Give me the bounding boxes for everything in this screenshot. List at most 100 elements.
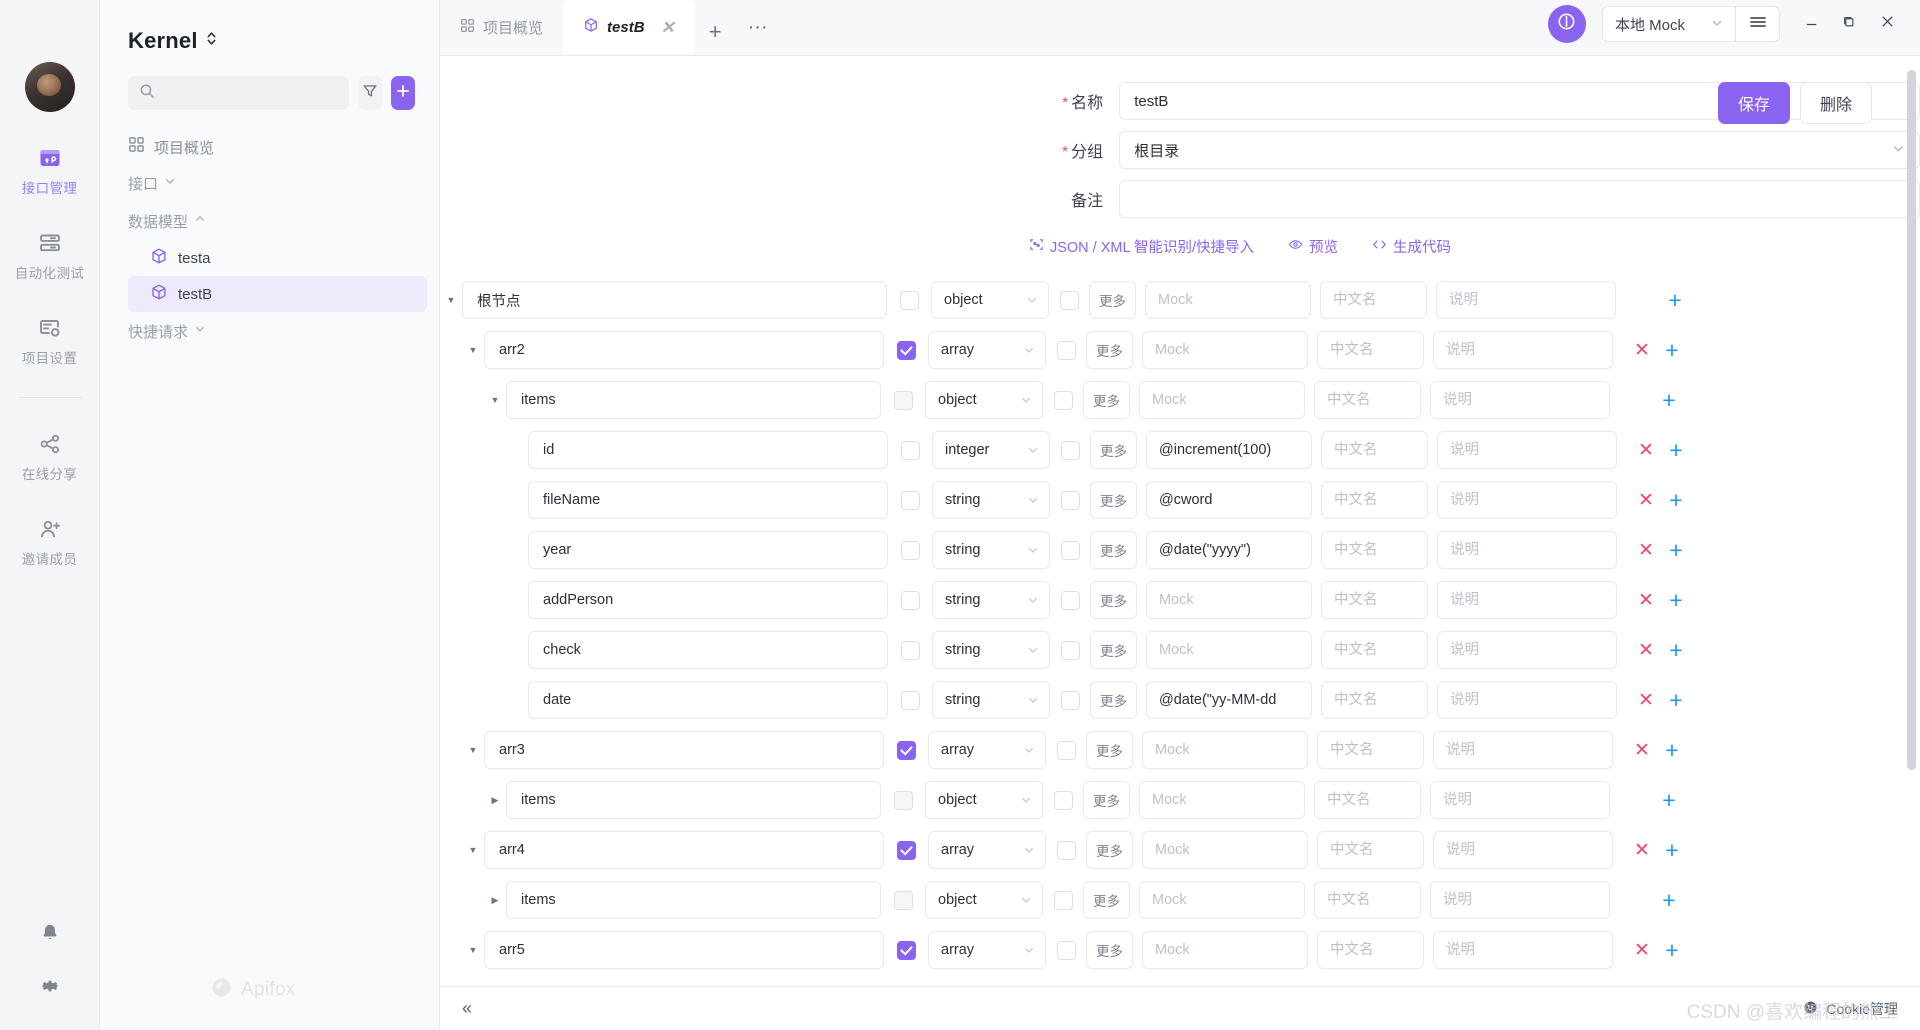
mock-input[interactable] xyxy=(1139,881,1305,919)
nullable-checkbox[interactable] xyxy=(1060,640,1080,660)
cookie-manage-button[interactable]: Cookie管理 xyxy=(1803,999,1898,1019)
description-input[interactable] xyxy=(1437,481,1617,519)
vertical-scrollbar[interactable] xyxy=(1907,70,1916,770)
add-field-button[interactable]: + xyxy=(1654,888,1684,912)
field-name-input[interactable] xyxy=(484,331,884,369)
gear-icon[interactable] xyxy=(39,975,61,1002)
required-checkbox[interactable] xyxy=(896,340,916,360)
sidebar-model-testB[interactable]: testB xyxy=(128,276,427,312)
more-button[interactable]: 更多 xyxy=(1090,581,1137,619)
field-name-input[interactable] xyxy=(484,931,884,969)
field-name-input[interactable] xyxy=(506,781,881,819)
chinese-name-input[interactable] xyxy=(1321,631,1428,669)
remove-field-button[interactable]: ✕ xyxy=(1631,691,1661,710)
description-input[interactable] xyxy=(1437,531,1617,569)
mock-input[interactable] xyxy=(1146,581,1312,619)
type-select[interactable]: object xyxy=(931,281,1049,319)
type-select[interactable]: integer xyxy=(932,431,1050,469)
add-field-button[interactable]: + xyxy=(1661,538,1691,562)
sidebar-group-data-model[interactable]: 数据模型 xyxy=(100,202,439,240)
nullable-checkbox[interactable] xyxy=(1056,940,1076,960)
expand-toggle-icon[interactable]: ▼ xyxy=(462,345,484,355)
add-field-button[interactable]: + xyxy=(1660,288,1690,312)
add-field-button[interactable]: + xyxy=(1657,938,1687,962)
expand-toggle-icon[interactable]: ▼ xyxy=(440,295,462,305)
remove-field-button[interactable]: ✕ xyxy=(1627,741,1657,760)
nullable-checkbox[interactable] xyxy=(1059,290,1079,310)
required-checkbox[interactable] xyxy=(900,540,920,560)
mock-input[interactable] xyxy=(1142,331,1308,369)
description-input[interactable] xyxy=(1436,281,1616,319)
new-tab-button[interactable]: + xyxy=(695,21,736,43)
minimize-button[interactable] xyxy=(1794,7,1828,41)
user-avatar[interactable] xyxy=(24,62,75,112)
chinese-name-input[interactable] xyxy=(1321,531,1428,569)
generate-code-link[interactable]: 生成代码 xyxy=(1372,236,1451,257)
chinese-name-input[interactable] xyxy=(1320,281,1427,319)
mock-input[interactable] xyxy=(1146,681,1312,719)
refresh-button[interactable] xyxy=(1547,5,1586,43)
field-name-input[interactable] xyxy=(484,731,884,769)
field-name-input[interactable] xyxy=(528,581,888,619)
description-input[interactable] xyxy=(1437,631,1617,669)
bell-icon[interactable] xyxy=(39,922,61,949)
type-select[interactable]: string xyxy=(932,681,1050,719)
field-name-input[interactable] xyxy=(528,481,888,519)
sidebar-model-testa[interactable]: testa xyxy=(128,240,427,276)
type-select[interactable]: string xyxy=(932,631,1050,669)
mock-input[interactable] xyxy=(1146,631,1312,669)
description-input[interactable] xyxy=(1433,331,1613,369)
mock-input[interactable] xyxy=(1139,781,1305,819)
type-select[interactable]: array xyxy=(928,331,1046,369)
chinese-name-input[interactable] xyxy=(1321,431,1428,469)
chinese-name-input[interactable] xyxy=(1321,581,1428,619)
type-select[interactable]: object xyxy=(925,781,1043,819)
search-box[interactable] xyxy=(128,76,349,110)
nullable-checkbox[interactable] xyxy=(1060,590,1080,610)
expand-toggle-icon[interactable]: ▼ xyxy=(462,945,484,955)
more-button[interactable]: 更多 xyxy=(1083,781,1130,819)
rail-item-project-settings[interactable]: 项目设置 xyxy=(0,316,100,367)
chinese-name-input[interactable] xyxy=(1314,781,1421,819)
nullable-checkbox[interactable] xyxy=(1060,440,1080,460)
search-input[interactable] xyxy=(162,85,338,101)
add-field-button[interactable]: + xyxy=(1661,488,1691,512)
mock-input[interactable] xyxy=(1139,381,1305,419)
remove-field-button[interactable]: ✕ xyxy=(1627,941,1657,960)
type-select[interactable]: object xyxy=(925,881,1043,919)
rail-item-invite-member[interactable]: 邀请成员 xyxy=(0,517,100,568)
description-input[interactable] xyxy=(1430,781,1610,819)
type-select[interactable]: object xyxy=(925,381,1043,419)
more-button[interactable]: 更多 xyxy=(1090,431,1137,469)
mock-input[interactable] xyxy=(1145,281,1311,319)
more-button[interactable]: 更多 xyxy=(1086,731,1133,769)
chinese-name-input[interactable] xyxy=(1317,731,1424,769)
add-field-button[interactable]: + xyxy=(1661,438,1691,462)
nullable-checkbox[interactable] xyxy=(1056,840,1076,860)
collapse-left-icon[interactable]: « xyxy=(462,998,472,1019)
remove-field-button[interactable]: ✕ xyxy=(1631,441,1661,460)
more-button[interactable]: 更多 xyxy=(1083,881,1130,919)
type-select[interactable]: string xyxy=(932,481,1050,519)
tab-project-overview[interactable]: 项目概览 xyxy=(440,0,563,55)
chinese-name-input[interactable] xyxy=(1321,481,1428,519)
required-checkbox[interactable] xyxy=(900,590,920,610)
type-select[interactable]: array xyxy=(928,731,1046,769)
mock-input[interactable] xyxy=(1146,431,1312,469)
mock-input[interactable] xyxy=(1146,531,1312,569)
expand-toggle-icon[interactable]: ▼ xyxy=(462,845,484,855)
sidebar-group-interface[interactable]: 接口 xyxy=(100,164,439,202)
group-select[interactable]: 根目录 xyxy=(1119,131,1920,169)
chinese-name-input[interactable] xyxy=(1314,381,1421,419)
description-input[interactable] xyxy=(1433,931,1613,969)
project-switcher[interactable]: Kernel xyxy=(100,0,439,54)
nullable-checkbox[interactable] xyxy=(1056,740,1076,760)
required-checkbox[interactable] xyxy=(896,740,916,760)
mock-input[interactable] xyxy=(1146,481,1312,519)
chinese-name-input[interactable] xyxy=(1314,881,1421,919)
remove-field-button[interactable]: ✕ xyxy=(1631,591,1661,610)
close-button[interactable] xyxy=(1870,7,1904,41)
add-field-button[interactable]: + xyxy=(1661,688,1691,712)
remove-field-button[interactable]: ✕ xyxy=(1627,841,1657,860)
expand-toggle-icon[interactable]: ▼ xyxy=(462,745,484,755)
